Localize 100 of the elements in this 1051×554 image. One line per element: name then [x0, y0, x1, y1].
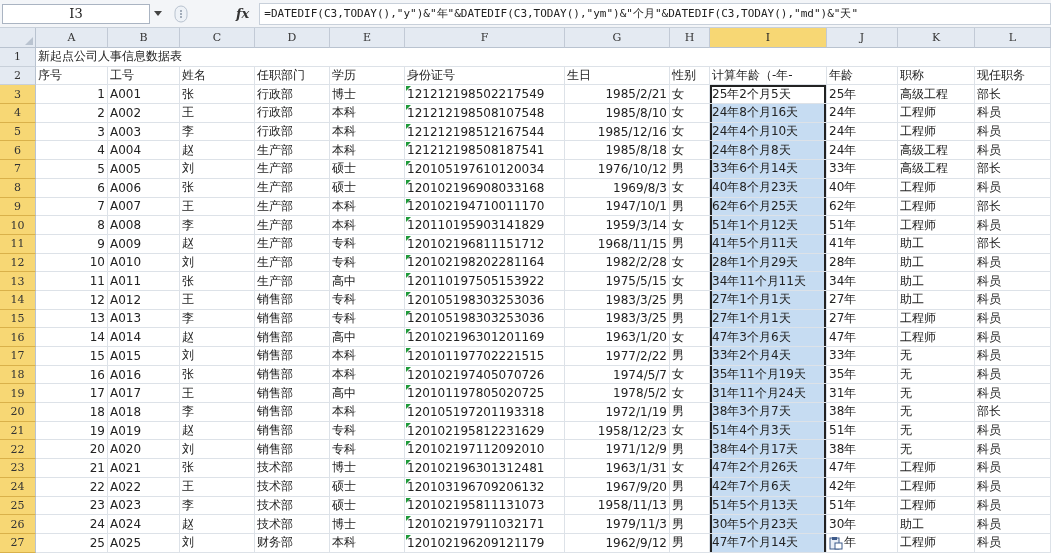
row-header[interactable]: 6 — [0, 141, 36, 161]
table-cell: 本科 — [330, 197, 405, 217]
row-header[interactable]: 26 — [0, 515, 36, 534]
table-cell: 科员 — [975, 122, 1051, 142]
column-header[interactable]: F — [405, 28, 565, 48]
table-cell: 科员 — [975, 290, 1051, 310]
column-header[interactable]: H — [670, 28, 710, 48]
table-cell: 科员 — [975, 178, 1051, 198]
column-header[interactable]: L — [975, 28, 1051, 48]
table-cell: 李 — [180, 309, 255, 329]
row-header[interactable]: 17 — [0, 347, 36, 366]
table-cell: 51年1个月12天 — [710, 216, 827, 235]
row-header[interactable]: 3 — [0, 85, 36, 105]
table-cell: 24年 — [827, 141, 898, 161]
table-cell: 33年 — [827, 160, 898, 179]
table-cell: 销售部 — [255, 290, 330, 310]
table-cell: 硕士 — [330, 496, 405, 516]
table-cell: 28年 — [827, 253, 898, 273]
row-header[interactable]: 20 — [0, 403, 36, 422]
table-cell: A016 — [108, 365, 180, 385]
table-cell: 工程师 — [898, 459, 975, 478]
table-cell: 1967/9/20 — [565, 477, 670, 497]
row-header[interactable]: 13 — [0, 272, 36, 291]
table-cell: 24 — [36, 515, 108, 534]
column-header[interactable]: G — [565, 28, 670, 48]
resize-handle-icon[interactable] — [174, 4, 188, 23]
column-header[interactable]: A — [36, 28, 108, 48]
table-cell: 1968/11/15 — [565, 234, 670, 254]
column-header[interactable]: J — [827, 28, 898, 48]
table-cell: 销售部 — [255, 309, 330, 329]
table-cell: 1977/2/22 — [565, 347, 670, 366]
table-cell: A024 — [108, 515, 180, 534]
column-header[interactable]: C — [180, 28, 255, 48]
table-cell: 技术部 — [255, 515, 330, 534]
table-cell: 120102196301312481 — [405, 459, 565, 478]
row-header[interactable]: 22 — [0, 440, 36, 460]
table-cell: 47年2个月26天 — [710, 459, 827, 478]
row-header[interactable]: 16 — [0, 328, 36, 347]
table-cell: 120102196301201169 — [405, 328, 565, 347]
table-cell: 销售部 — [255, 421, 330, 441]
row-header[interactable]: 10 — [0, 216, 36, 235]
table-cell: 12 — [36, 290, 108, 310]
table-cell: 专科 — [330, 234, 405, 254]
table-cell: 工程师 — [898, 309, 975, 329]
table-cell: 11 — [36, 272, 108, 291]
table-cell: 1963/1/20 — [565, 328, 670, 347]
row-header[interactable]: 4 — [0, 104, 36, 123]
table-cell: 张 — [180, 459, 255, 478]
table-cell: 17 — [36, 384, 108, 404]
row-header[interactable]: 7 — [0, 160, 36, 179]
table-cell: 1958/12/23 — [565, 421, 670, 441]
column-header[interactable]: K — [898, 28, 975, 48]
table-cell: 1978/5/2 — [565, 384, 670, 404]
table-cell: A005 — [108, 160, 180, 179]
table-cell: 赵 — [180, 515, 255, 534]
table-cell: 科员 — [975, 272, 1051, 291]
name-box[interactable]: I3 — [2, 3, 150, 24]
table-cell: 工程师 — [898, 496, 975, 516]
table-cell: 42年 — [827, 477, 898, 497]
table-cell: 无 — [898, 347, 975, 366]
table-cell: 现任职务 — [975, 66, 1051, 86]
table-cell: 工程师 — [898, 122, 975, 142]
dropdown-arrow-icon[interactable] — [154, 11, 162, 16]
row-header[interactable]: 23 — [0, 459, 36, 478]
clipboard-icon[interactable] — [829, 535, 843, 550]
table-cell: 34年11个月11天 — [710, 272, 827, 291]
table-cell: 本科 — [330, 365, 405, 385]
table-cell: 技术部 — [255, 477, 330, 497]
table-cell: 120105198303253036 — [405, 290, 565, 310]
table-cell: 赵 — [180, 328, 255, 347]
table-cell: 科员 — [975, 459, 1051, 478]
table-cell: 科员 — [975, 104, 1051, 123]
table-cell: 本科 — [330, 533, 405, 553]
formula-field[interactable]: =DATEDIF(C3,TODAY(),"y")&"年"&DATEDIF(C3,TODAY(),"ym")&"个月"&DATEDIF(C3,TODAY(),"md")&"天" — [259, 2, 1051, 25]
table-cell: 赵 — [180, 234, 255, 254]
table-cell: A023 — [108, 496, 180, 516]
column-header[interactable]: D — [255, 28, 330, 48]
table-cell: 23 — [36, 496, 108, 516]
table-cell: 120102194710011170 — [405, 197, 565, 217]
table-cell: 王 — [180, 290, 255, 310]
table-cell: 科员 — [975, 253, 1051, 273]
row-header[interactable]: 1 — [0, 48, 36, 67]
column-header[interactable]: E — [330, 28, 405, 48]
table-cell: 刘 — [180, 440, 255, 460]
table-cell: 38年4个月17天 — [710, 440, 827, 460]
table-cell: A003 — [108, 122, 180, 142]
row-header[interactable]: 19 — [0, 384, 36, 404]
column-header[interactable]: I — [710, 28, 827, 48]
table-cell: 王 — [180, 104, 255, 123]
insert-function-button[interactable]: fx — [232, 6, 254, 21]
table-cell: 工程师 — [898, 533, 975, 553]
column-header[interactable]: B — [108, 28, 180, 48]
table-cell: 学历 — [330, 66, 405, 86]
table-cell: 硕士 — [330, 477, 405, 497]
table-cell: 李 — [180, 216, 255, 235]
table-cell: 本科 — [330, 403, 405, 422]
table-cell: 工程师 — [898, 216, 975, 235]
table-cell: 技术部 — [255, 459, 330, 478]
table-cell: 40年 — [827, 178, 898, 198]
table-cell: 本科 — [330, 104, 405, 123]
